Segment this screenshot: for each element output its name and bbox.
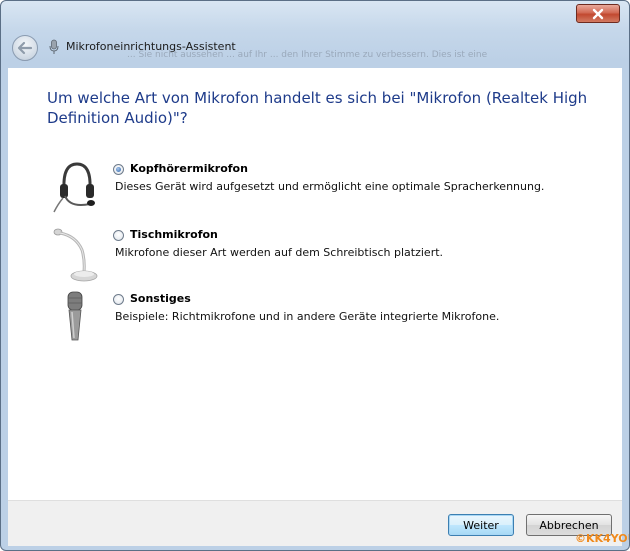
desk-microphone-icon bbox=[53, 228, 98, 282]
back-button[interactable] bbox=[12, 35, 38, 61]
option-other-description: Beispiele: Richtmikrofone und in andere … bbox=[115, 310, 500, 323]
microphone-icon bbox=[49, 39, 59, 54]
content-area: Um welche Art von Mikrofon handelt es si… bbox=[8, 68, 622, 500]
radio-desk-microphone[interactable] bbox=[113, 230, 124, 241]
option-headset-description: Dieses Gerät wird aufgesetzt und ermögli… bbox=[115, 180, 545, 193]
radio-headset[interactable] bbox=[113, 164, 124, 175]
close-icon bbox=[592, 8, 604, 19]
back-arrow-icon bbox=[17, 41, 33, 55]
watermark: ©KK4YOU bbox=[575, 532, 629, 545]
wizard-navbar: ... Sie nicht aussehen ... auf Ihr ... d… bbox=[7, 32, 623, 66]
wizard-window: ... Sie nicht aussehen ... auf Ihr ... d… bbox=[0, 0, 630, 551]
close-button[interactable] bbox=[576, 4, 620, 23]
page-heading: Um welche Art von Mikrofon handelt es si… bbox=[47, 89, 588, 127]
option-headset-label: Kopfhörermikrofon bbox=[130, 162, 248, 175]
handheld-microphone-icon bbox=[67, 291, 83, 341]
wizard-title: Mikrofoneinrichtungs-Assistent bbox=[66, 40, 236, 53]
button-bar: Weiter Abbrechen bbox=[8, 500, 622, 546]
headset-icon bbox=[53, 162, 95, 213]
next-button[interactable]: Weiter bbox=[448, 514, 514, 536]
option-desk-microphone-label: Tischmikrofon bbox=[130, 228, 218, 241]
radio-other[interactable] bbox=[113, 294, 124, 305]
option-desk-microphone-description: Mikrofone dieser Art werden auf dem Schr… bbox=[115, 246, 444, 259]
option-other-label: Sonstiges bbox=[130, 292, 191, 305]
